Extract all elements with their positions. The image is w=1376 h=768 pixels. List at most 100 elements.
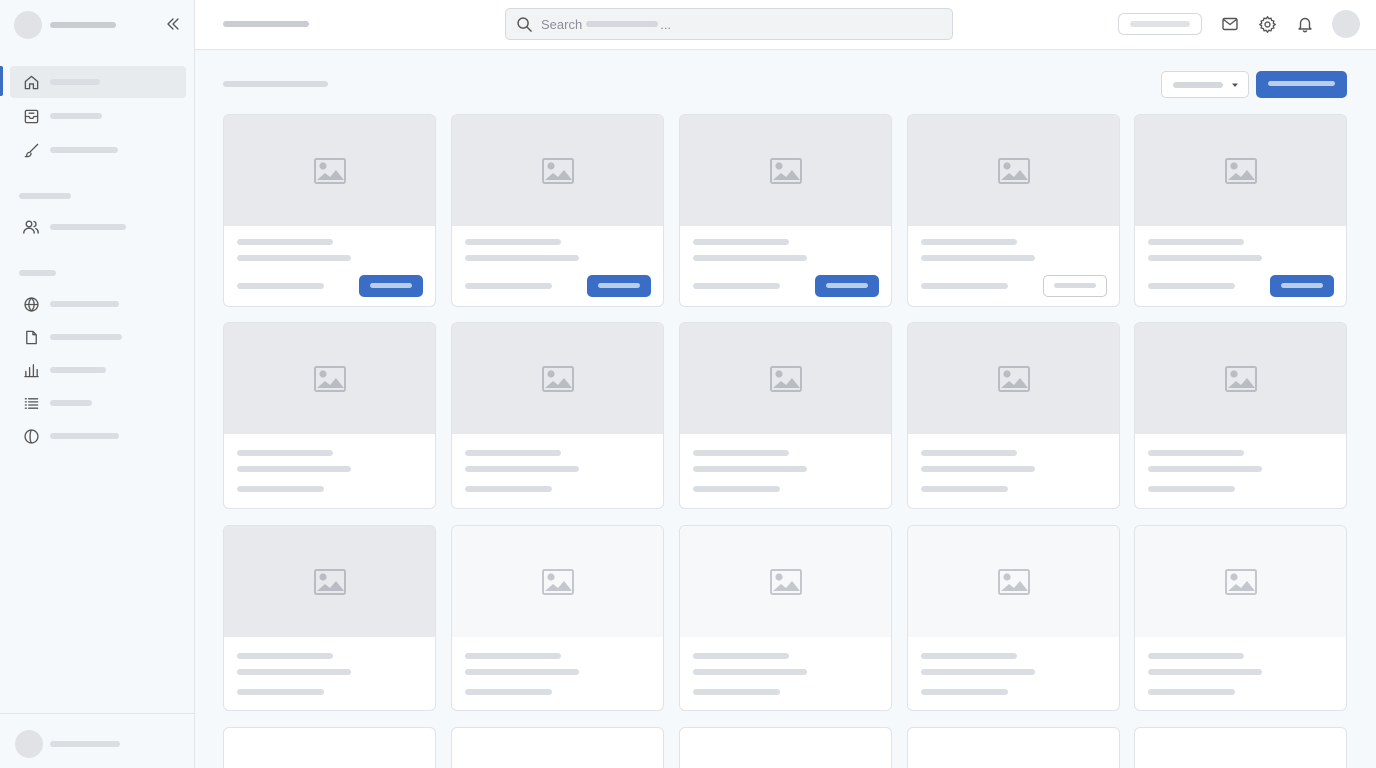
card-subtitle-placeholder: [465, 466, 579, 472]
search-placeholder: Search ...: [541, 17, 671, 32]
card-action-button[interactable]: [815, 275, 879, 297]
card-thumbnail: [452, 526, 663, 637]
content-card[interactable]: [1134, 114, 1347, 307]
mail-icon: [1222, 17, 1238, 31]
sidebar-item-brush[interactable]: [10, 134, 186, 166]
content-card[interactable]: [1134, 525, 1347, 711]
card-title-placeholder: [693, 239, 789, 245]
card-meta-placeholder: [921, 689, 1008, 695]
content-card[interactable]: [451, 727, 664, 768]
search-query-placeholder: [586, 21, 659, 27]
sidebar-item-inbox[interactable]: [10, 100, 186, 132]
content-card[interactable]: [1134, 727, 1347, 768]
content-card[interactable]: [679, 114, 892, 307]
card-subtitle-placeholder: [237, 669, 351, 675]
user-avatar[interactable]: [15, 730, 43, 758]
search-ellipsis: ...: [660, 16, 672, 32]
content-card[interactable]: [907, 525, 1120, 711]
card-meta-placeholder: [921, 486, 1008, 492]
card-action-button[interactable]: [1270, 275, 1334, 297]
card-subtitle-placeholder: [237, 466, 351, 472]
card-subtitle-placeholder: [237, 255, 351, 261]
content-card[interactable]: [223, 727, 436, 768]
sidebar-item-file[interactable]: [10, 321, 186, 353]
card-action-button[interactable]: [587, 275, 651, 297]
workspace-avatar[interactable]: [14, 11, 42, 39]
card-title-placeholder: [465, 450, 561, 456]
card-meta-placeholder: [237, 689, 324, 695]
content-card[interactable]: [451, 114, 664, 307]
sidebar-item-globe[interactable]: [10, 288, 186, 320]
sidebar-item-analytics[interactable]: [10, 354, 186, 386]
sidebar-item-home[interactable]: [10, 66, 186, 98]
brush-icon: [22, 141, 40, 159]
sidebar-item-label-placeholder: [50, 147, 118, 153]
pill-label-placeholder: [1130, 21, 1190, 27]
card-thumbnail: [224, 323, 435, 434]
card-thumbnail: [680, 115, 891, 226]
content-card[interactable]: [451, 525, 664, 711]
notifications-button[interactable]: [1295, 14, 1315, 34]
card-meta-placeholder: [237, 486, 324, 492]
content-card[interactable]: [907, 727, 1120, 768]
card-thumbnail: [1135, 323, 1346, 434]
workspace-name-placeholder: [50, 22, 116, 28]
card-subtitle-placeholder: [1148, 255, 1262, 261]
image-placeholder-icon: [313, 568, 346, 595]
card-title-placeholder: [237, 450, 333, 456]
search-label: Search: [541, 16, 583, 32]
card-title-placeholder: [1148, 239, 1244, 245]
chevrons-left-icon: [167, 18, 179, 30]
card-subtitle-placeholder: [921, 669, 1035, 675]
card-title-placeholder: [921, 653, 1017, 659]
card-thumbnail: [680, 526, 891, 637]
sidebar-item-list[interactable]: [10, 387, 186, 419]
circle-half-icon: [22, 427, 40, 445]
card-thumbnail: [908, 323, 1119, 434]
image-placeholder-icon: [1224, 365, 1257, 392]
content-card[interactable]: [223, 322, 436, 509]
image-placeholder-icon: [541, 365, 574, 392]
top-action-pill[interactable]: [1118, 13, 1202, 35]
section-label-placeholder: [19, 193, 71, 199]
profile-avatar[interactable]: [1332, 10, 1360, 38]
image-placeholder-icon: [997, 157, 1030, 184]
card-button-label-placeholder: [598, 283, 640, 288]
card-action-button[interactable]: [1043, 275, 1107, 297]
filter-dropdown[interactable]: [1161, 71, 1249, 98]
content-card[interactable]: [679, 727, 892, 768]
card-action-button[interactable]: [359, 275, 423, 297]
image-placeholder-icon: [541, 568, 574, 595]
content-card[interactable]: [223, 114, 436, 307]
sidebar: [0, 0, 195, 768]
content-card[interactable]: [223, 525, 436, 711]
primary-action-button[interactable]: [1256, 71, 1347, 98]
card-subtitle-placeholder: [465, 669, 579, 675]
settings-button[interactable]: [1257, 14, 1277, 34]
content-card[interactable]: [907, 114, 1120, 307]
content-card[interactable]: [1134, 322, 1347, 509]
content-card[interactable]: [907, 322, 1120, 509]
card-subtitle-placeholder: [693, 466, 807, 472]
card-button-label-placeholder: [1281, 283, 1323, 288]
card-subtitle-placeholder: [921, 255, 1035, 261]
card-thumbnail: [224, 526, 435, 637]
image-placeholder-icon: [769, 365, 802, 392]
card-thumbnail: [1135, 115, 1346, 226]
card-button-label-placeholder: [1054, 283, 1096, 288]
card-meta-placeholder: [465, 283, 552, 289]
search-input[interactable]: Search ...: [505, 8, 953, 40]
card-title-placeholder: [237, 239, 333, 245]
sidebar-item-users[interactable]: [10, 211, 186, 243]
card-thumbnail: [1135, 526, 1346, 637]
content-card[interactable]: [679, 322, 892, 509]
image-placeholder-icon: [313, 157, 346, 184]
content-card[interactable]: [679, 525, 892, 711]
content-card[interactable]: [451, 322, 664, 509]
sidebar-item-theme[interactable]: [10, 420, 186, 452]
collapse-sidebar-button[interactable]: [164, 15, 182, 33]
card-meta-placeholder: [693, 486, 780, 492]
image-placeholder-icon: [769, 157, 802, 184]
file-icon: [22, 328, 40, 346]
mail-button[interactable]: [1220, 14, 1240, 34]
